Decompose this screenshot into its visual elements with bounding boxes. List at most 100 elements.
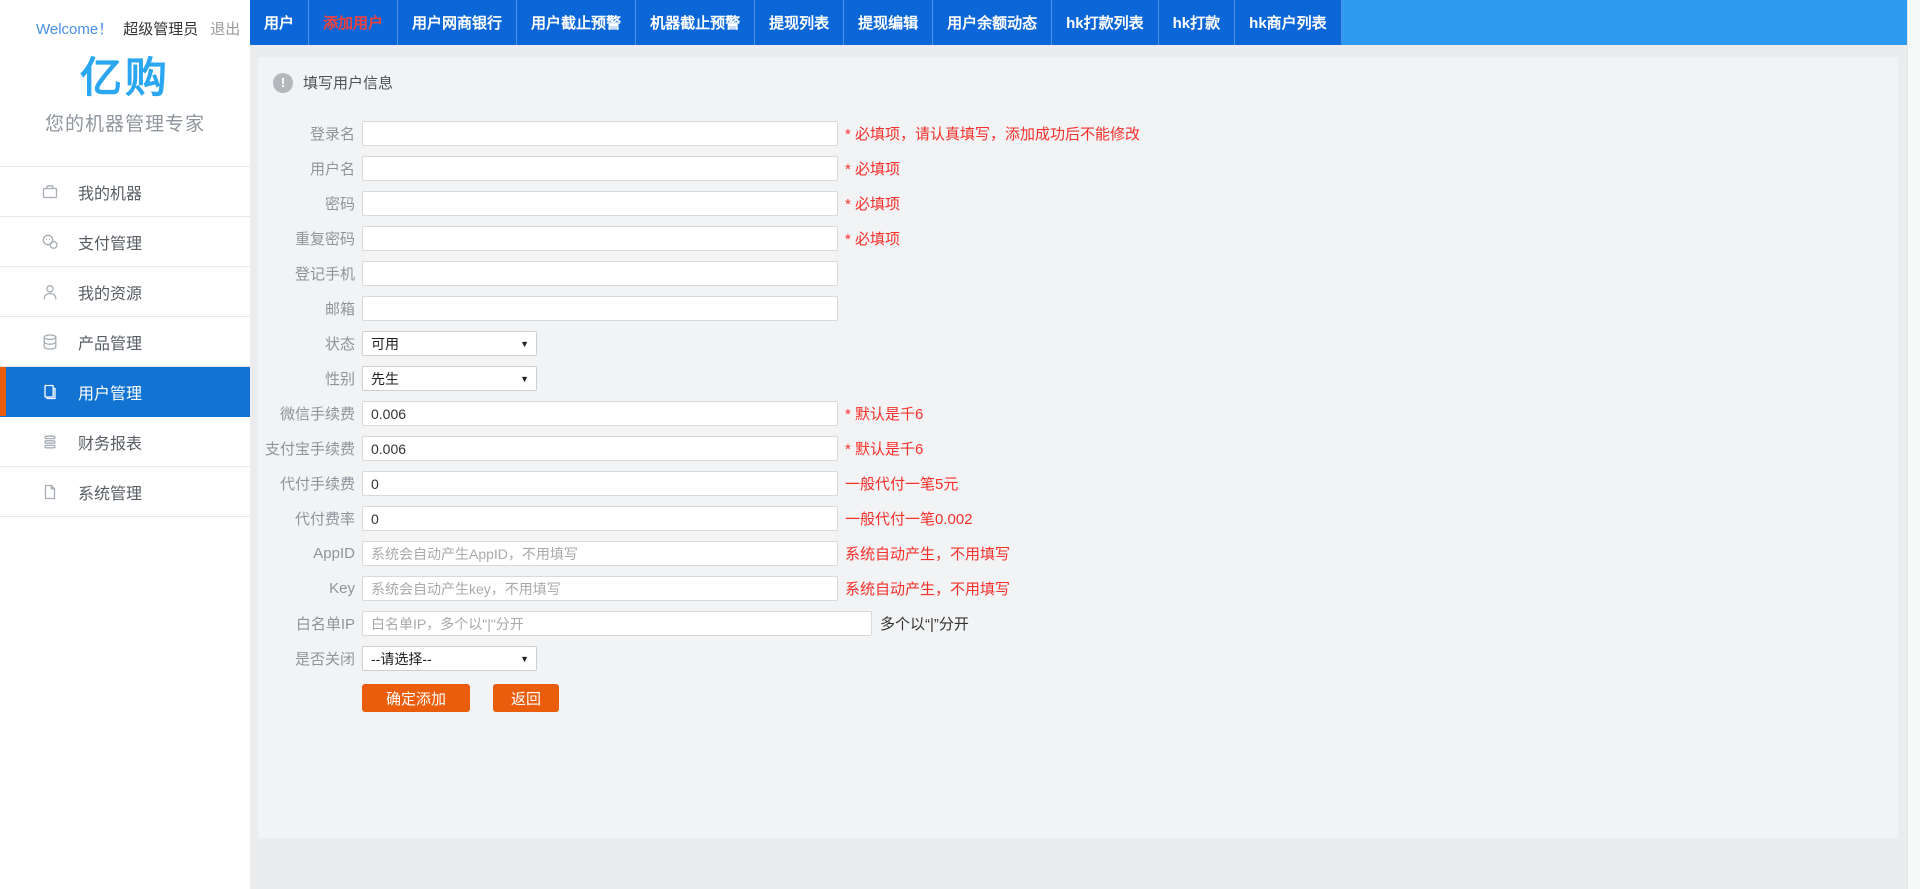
phone-input[interactable]	[362, 261, 838, 286]
status-label: 状态	[258, 333, 355, 354]
scrollbar-track[interactable]	[1907, 0, 1920, 889]
logout-link[interactable]: 退出	[210, 18, 240, 39]
form-row-username: 用户名* 必填项	[258, 151, 1898, 186]
sidebar-item-label: 财务报表	[78, 430, 142, 454]
payout-fee-hint: 一般代付一笔5元	[845, 473, 958, 494]
payout-fee-label: 代付手续费	[258, 473, 355, 494]
login-name-input[interactable]	[362, 121, 838, 146]
payout-rate-input[interactable]	[362, 506, 838, 531]
topbar: 用户添加用户用户网商银行用户截止预警机器截止预警提现列表提现编辑用户余额动态hk…	[250, 0, 1907, 45]
whitelist-ip-hint: 多个以“|”分开	[880, 613, 969, 634]
machine-icon	[40, 182, 60, 202]
welcome-row: Welcome！ 超级管理员 退出	[0, 0, 250, 39]
nav-tab-user-balance-activity[interactable]: 用户余额动态	[933, 0, 1052, 45]
form-row-payout-fee: 代付手续费 一般代付一笔5元	[258, 466, 1898, 501]
payout-rate-label: 代付费率	[258, 508, 355, 529]
email-input[interactable]	[362, 296, 838, 321]
key-input[interactable]	[362, 576, 838, 601]
gender-select-value: 先生	[371, 369, 399, 389]
users-icon	[40, 382, 60, 402]
chevron-down-icon: ▼	[520, 374, 529, 384]
welcome-text: Welcome！	[36, 18, 113, 39]
nav-tab-add-user[interactable]: 添加用户	[309, 0, 398, 45]
sidebar-item-label: 我的资源	[78, 280, 142, 304]
repeat-password-input[interactable]	[362, 226, 838, 251]
nav-tab-hk-merchant-list[interactable]: hk商户列表	[1235, 0, 1342, 45]
chevron-down-icon: ▼	[520, 654, 529, 664]
resources-icon	[40, 282, 60, 302]
status-select[interactable]: 可用▼	[362, 331, 537, 356]
brand: 亿购 您的机器管理专家	[0, 55, 250, 136]
whitelist-ip-input[interactable]	[362, 611, 872, 636]
form-row-payout-rate: 代付费率 一般代付一笔0.002	[258, 501, 1898, 536]
username-input[interactable]	[362, 156, 838, 181]
sidebar-item-system-mgmt[interactable]: 系统管理	[0, 467, 250, 517]
side-menu: 我的机器支付管理我的资源产品管理用户管理财务报表系统管理	[0, 166, 250, 517]
gender-select[interactable]: 先生 ▼	[362, 366, 537, 391]
form-row-password: 密码 * 必填项	[258, 186, 1898, 221]
nav-tab-withdraw-edit[interactable]: 提现编辑	[844, 0, 933, 45]
form-row-status: 状态可用▼	[258, 326, 1898, 361]
sidebar-item-label: 系统管理	[78, 480, 142, 504]
system-icon	[40, 482, 60, 502]
page-title: 填写用户信息	[303, 72, 393, 93]
brand-logo: 亿购	[0, 55, 250, 101]
nav-tab-hk-payment[interactable]: hk打款	[1159, 0, 1236, 45]
form-actions: 确定添加 返回	[362, 684, 1898, 712]
form-row-email: 邮箱	[258, 291, 1898, 326]
appid-input[interactable]	[362, 541, 838, 566]
user-form: 登录名* 必填项，请认真填写，添加成功后不能修改用户名* 必填项密码 * 必填项重…	[258, 116, 1898, 676]
admin-name: 超级管理员	[123, 18, 198, 39]
nav-tab-user-deadline-warning[interactable]: 用户截止预警	[517, 0, 636, 45]
form-row-close-or-not: 是否关闭--请选择--▼	[258, 641, 1898, 676]
sidebar-item-my-machines[interactable]: 我的机器	[0, 167, 250, 217]
form-row-repeat-password: 重复密码* 必填项	[258, 221, 1898, 256]
sidebar: Welcome！ 超级管理员 退出 亿购 您的机器管理专家 我的机器支付管理我的…	[0, 0, 250, 889]
form-row-login-name: 登录名* 必填项，请认真填写，添加成功后不能修改	[258, 116, 1898, 151]
nav-tab-users[interactable]: 用户	[250, 0, 309, 45]
appid-hint: 系统自动产生，不用填写	[845, 543, 1010, 564]
wechat-fee-hint: * 默认是千6	[845, 403, 923, 424]
password-label: 密码	[258, 193, 355, 214]
form-row-key: Key系统自动产生，不用填写	[258, 571, 1898, 606]
repeat-password-label: 重复密码	[258, 228, 355, 249]
app-root: Welcome！ 超级管理员 退出 亿购 您的机器管理专家 我的机器支付管理我的…	[0, 0, 1920, 889]
payout-fee-input[interactable]	[362, 471, 838, 496]
sidebar-item-payment-mgmt[interactable]: 支付管理	[0, 217, 250, 267]
sidebar-item-product-mgmt[interactable]: 产品管理	[0, 317, 250, 367]
payout-rate-hint: 一般代付一笔0.002	[845, 508, 973, 529]
sidebar-item-label: 我的机器	[78, 180, 142, 204]
panel-header: 填写用户信息	[258, 57, 1898, 93]
close-or-not-select[interactable]: --请选择-- ▼	[362, 646, 537, 671]
sidebar-item-label: 用户管理	[78, 380, 142, 404]
submit-add-button[interactable]: 确定添加	[362, 684, 470, 712]
phone-label: 登记手机	[258, 263, 355, 284]
nav-tab-user-online-bank[interactable]: 用户网商银行	[398, 0, 517, 45]
alipay-fee-input[interactable]	[362, 436, 838, 461]
payment-icon	[40, 232, 60, 252]
sidebar-item-my-resources[interactable]: 我的资源	[0, 267, 250, 317]
key-hint: 系统自动产生，不用填写	[845, 578, 1010, 599]
back-button[interactable]: 返回	[493, 684, 559, 712]
appid-label: AppID	[258, 545, 355, 562]
email-label: 邮箱	[258, 298, 355, 319]
brand-tagline: 您的机器管理专家	[0, 109, 250, 136]
sidebar-item-label: 支付管理	[78, 230, 142, 254]
username-hint: * 必填项	[845, 158, 900, 179]
wechat-fee-input[interactable]	[362, 401, 838, 426]
password-input[interactable]	[362, 191, 838, 216]
sidebar-item-user-mgmt[interactable]: 用户管理	[0, 367, 250, 417]
top-nav: 用户添加用户用户网商银行用户截止预警机器截止预警提现列表提现编辑用户余额动态hk…	[250, 0, 1342, 45]
password-hint: * 必填项	[845, 193, 900, 214]
sidebar-item-finance-reports[interactable]: 财务报表	[0, 417, 250, 467]
reports-icon	[40, 432, 60, 452]
close-or-not-select-value: --请选择--	[371, 649, 432, 669]
gender-label: 性别	[258, 368, 355, 389]
status-select-value: 可用	[371, 334, 399, 354]
nav-tab-machine-deadline-warning[interactable]: 机器截止预警	[636, 0, 755, 45]
nav-tab-hk-payment-list[interactable]: hk打款列表	[1052, 0, 1159, 45]
form-row-phone: 登记手机	[258, 256, 1898, 291]
nav-tab-withdraw-list[interactable]: 提现列表	[755, 0, 844, 45]
sidebar-item-label: 产品管理	[78, 330, 142, 354]
login-name-hint: * 必填项，请认真填写，添加成功后不能修改	[845, 123, 1140, 144]
